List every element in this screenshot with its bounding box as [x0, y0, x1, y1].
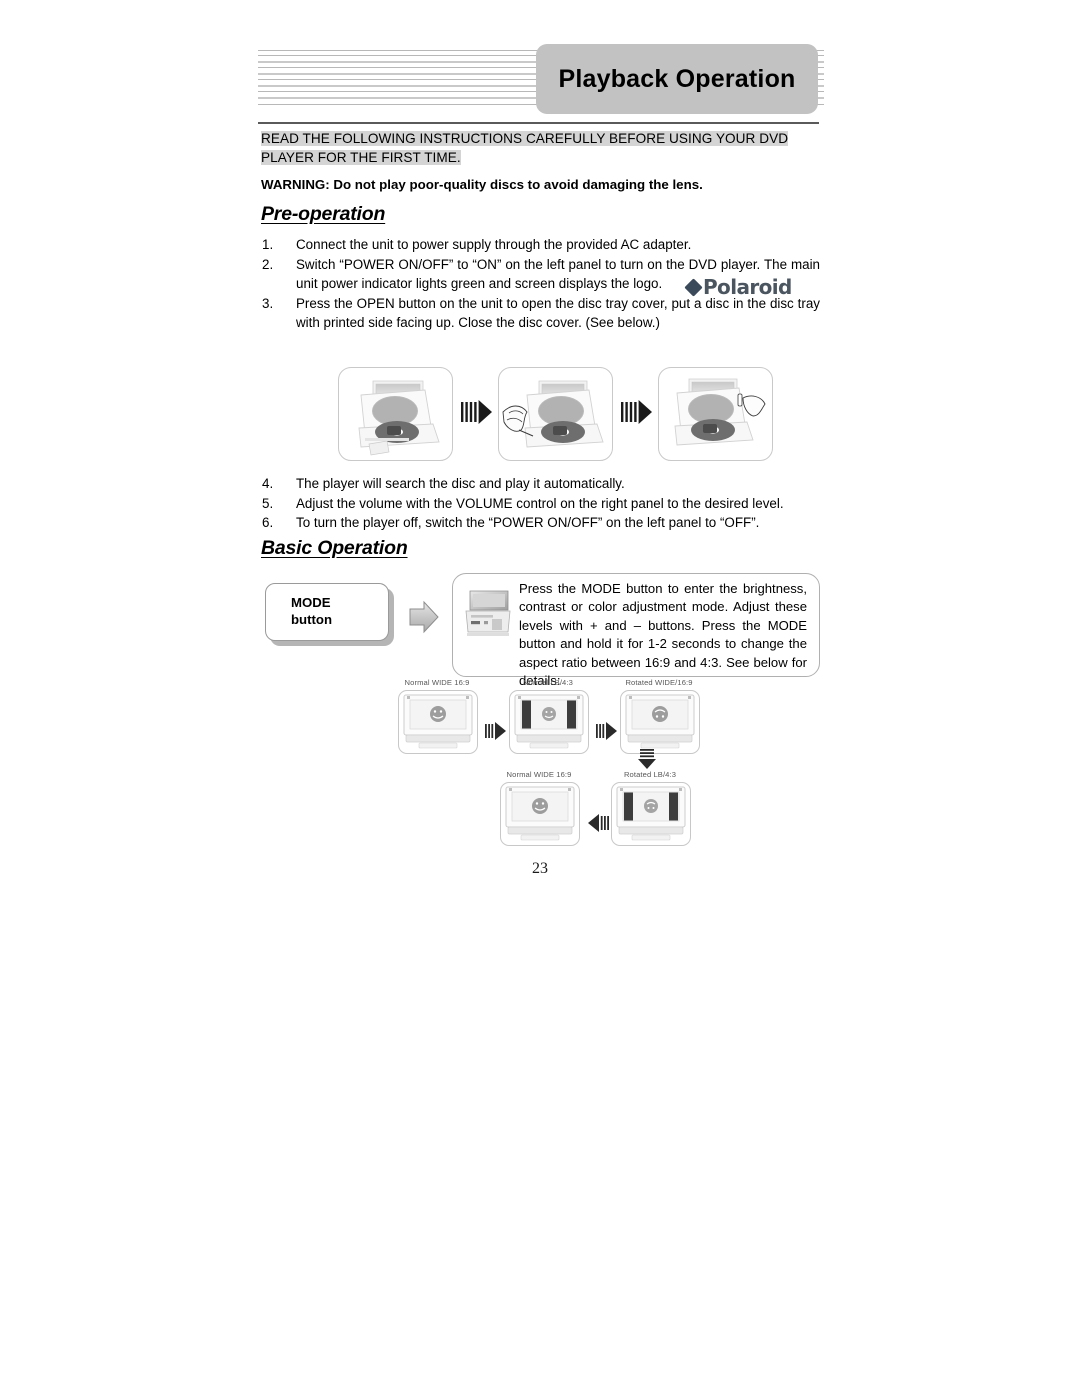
list-item: 6. To turn the player off, switch the “P… — [258, 513, 820, 533]
aspect-ratio-diagram-row-2: Normal WIDE 16:9 Rotated LB/4:3 — [500, 770, 698, 846]
page-number: 23 — [532, 860, 548, 877]
mode-button-label-line2: button — [291, 611, 333, 627]
aspect-diagram-card — [398, 690, 478, 754]
page-title: Playback Operation — [536, 44, 818, 114]
mode-description-callout: Press the MODE button to enter the brigh… — [452, 573, 820, 688]
illustration-close-cover — [658, 367, 773, 461]
dvd-player-illustration-icon — [358, 380, 440, 456]
player-screen-wide-icon — [403, 694, 473, 749]
intro-notice-text: READ THE FOLLOWING INSTRUCTIONS CAREFULL… — [261, 131, 789, 165]
player-screen-wide-rotated-icon — [625, 694, 695, 749]
flow-arrow-icon — [595, 720, 619, 742]
player-screen-letterbox-icon — [514, 694, 584, 749]
list-item: 5. Adjust the volume with the VOLUME con… — [258, 494, 820, 514]
list-item: 1. Connect the unit to power supply thro… — [258, 235, 820, 255]
aspect-diagram-label: Normal LB/4:3 — [523, 678, 573, 687]
list-item-number: 3. — [262, 295, 274, 311]
flow-arrow-icon — [460, 397, 494, 427]
dvd-player-thumbnail-icon — [465, 590, 511, 636]
list-item-text: Adjust the volume with the VOLUME contro… — [296, 495, 784, 511]
list-item-number: 1. — [262, 237, 274, 252]
right-arrow-icon — [408, 600, 440, 634]
mode-button-label-line1: MODE — [291, 595, 331, 610]
player-screen-letterbox-rotated-icon — [616, 786, 686, 841]
list-item: 4. The player will search the disc and p… — [258, 474, 820, 494]
list-item-text: To turn the player off, switch the “POWE… — [296, 515, 760, 531]
illustration-insert-disc — [498, 367, 613, 461]
header-divider-rule — [258, 122, 819, 124]
aspect-diagram-card — [509, 690, 589, 754]
flow-arrow-down-icon — [636, 748, 658, 772]
disc-loading-illustration-row — [338, 367, 773, 461]
list-item-number: 2. — [262, 256, 274, 272]
mode-button-label: MODE button — [291, 595, 332, 628]
list-item-text: Connect the unit to power supply through… — [296, 237, 692, 252]
list-item-number: 6. — [262, 515, 274, 531]
player-screen-wide-icon — [505, 786, 575, 841]
aspect-diagram-label: Rotated WIDE/16:9 — [625, 678, 693, 687]
list-item: 3. Press the OPEN button on the unit to … — [258, 294, 820, 333]
polaroid-logo: Polaroid — [684, 275, 792, 299]
dvd-player-illustration-icon — [502, 380, 604, 448]
list-item-number: 5. — [262, 495, 274, 511]
section-heading-basic-operation: Basic Operation — [261, 537, 408, 559]
aspect-diagram-card — [620, 690, 700, 754]
warning-line: WARNING: Do not play poor-quality discs … — [261, 177, 703, 192]
aspect-ratio-diagram-row-1: Normal WIDE 16:9 Normal LB/4:3 Rotated W… — [398, 678, 700, 754]
illustration-open-tray — [338, 367, 453, 461]
section-heading-pre-operation: Pre-operation — [261, 203, 386, 225]
aspect-diagram-card — [611, 782, 691, 846]
list-item-text: Press the OPEN button on the unit to ope… — [296, 295, 820, 331]
aspect-diagram-label: Normal WIDE 16:9 — [404, 678, 470, 687]
dvd-player-illustration-icon — [674, 378, 766, 446]
post-operation-step-list: 4. The player will search the disc and p… — [258, 474, 820, 533]
polaroid-wordmark: Polaroid — [703, 275, 792, 299]
mode-description-text: Press the MODE button to enter the brigh… — [519, 581, 807, 689]
flow-arrow-icon — [484, 720, 508, 742]
list-item-number: 4. — [262, 476, 274, 491]
intro-notice: READ THE FOLLOWING INSTRUCTIONS CAREFULL… — [261, 129, 819, 167]
aspect-diagram-label: Normal WIDE 16:9 — [506, 770, 572, 779]
polaroid-diamond-icon — [684, 277, 703, 297]
list-item-text: The player will search the disc and play… — [296, 476, 625, 491]
aspect-diagram-card — [500, 782, 580, 846]
flow-arrow-left-icon — [586, 812, 610, 834]
page-header: Playback Operation — [258, 44, 824, 116]
flow-arrow-icon — [620, 397, 654, 427]
document-page: Playback Operation READ THE FOLLOWING IN… — [0, 0, 1080, 1397]
mode-button-callout-box: MODE button — [265, 583, 389, 641]
aspect-diagram-label: Rotated LB/4:3 — [623, 770, 677, 779]
page-title-text: Playback Operation — [558, 64, 796, 93]
